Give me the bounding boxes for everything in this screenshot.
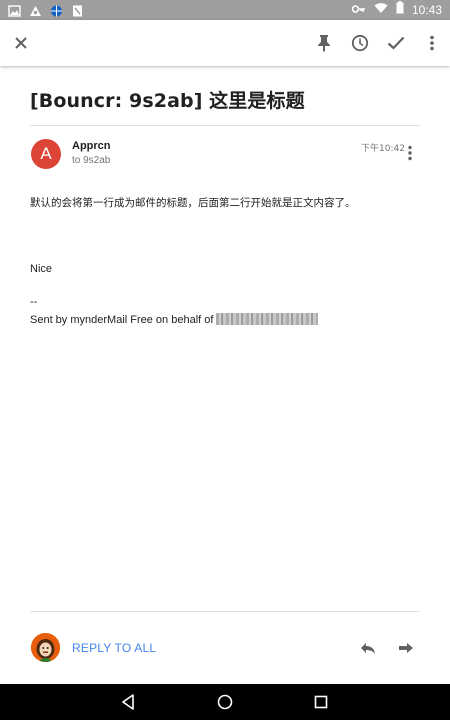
key-icon xyxy=(351,1,366,19)
recipient-line[interactable]: to 9s2ab xyxy=(72,155,110,166)
home-nav-icon[interactable] xyxy=(216,693,234,711)
body-line-1: 默认的会将第一行成为邮件的标题，后面第二行开始就是正文内容了。 xyxy=(30,197,356,209)
divider xyxy=(30,611,420,612)
browser-icon xyxy=(50,4,63,17)
message-more-icon[interactable] xyxy=(404,145,416,161)
done-check-icon[interactable] xyxy=(384,31,408,55)
sender-name[interactable]: Apprcn xyxy=(72,140,111,152)
back-nav-icon[interactable] xyxy=(120,693,138,711)
divider xyxy=(30,125,420,126)
signature-line: Sent by mynderMail Free on behalf of xyxy=(30,313,319,326)
message-time: 下午10:42 xyxy=(361,144,405,154)
navigation-bar xyxy=(0,684,450,720)
redacted-address xyxy=(216,313,319,325)
forward-icon[interactable] xyxy=(397,639,415,657)
reply-all-button[interactable]: REPLY TO ALL xyxy=(72,641,156,655)
pin-icon[interactable] xyxy=(312,31,336,55)
snooze-clock-icon[interactable] xyxy=(348,31,372,55)
image-icon xyxy=(8,4,21,17)
battery-icon xyxy=(396,1,404,19)
signature-text: Sent by mynderMail Free on behalf of xyxy=(30,314,214,326)
status-bar: 10:43 xyxy=(0,0,450,20)
signature-separator: -- xyxy=(30,296,38,308)
more-vert-icon[interactable] xyxy=(420,31,444,55)
app-icon xyxy=(29,4,42,16)
body-line-2: Nice xyxy=(30,263,53,275)
avatar[interactable]: A xyxy=(31,139,61,169)
close-icon[interactable] xyxy=(9,31,33,55)
app-toolbar xyxy=(0,20,450,66)
email-subject: [Bouncr: 9s2ab] 这里是标题 xyxy=(30,90,305,112)
status-time: 10:43 xyxy=(411,3,442,17)
recents-nav-icon[interactable] xyxy=(312,693,330,711)
reply-icon[interactable] xyxy=(359,639,377,657)
user-avatar xyxy=(31,633,60,662)
newspaper-icon xyxy=(71,4,84,17)
wifi-icon xyxy=(374,1,388,19)
